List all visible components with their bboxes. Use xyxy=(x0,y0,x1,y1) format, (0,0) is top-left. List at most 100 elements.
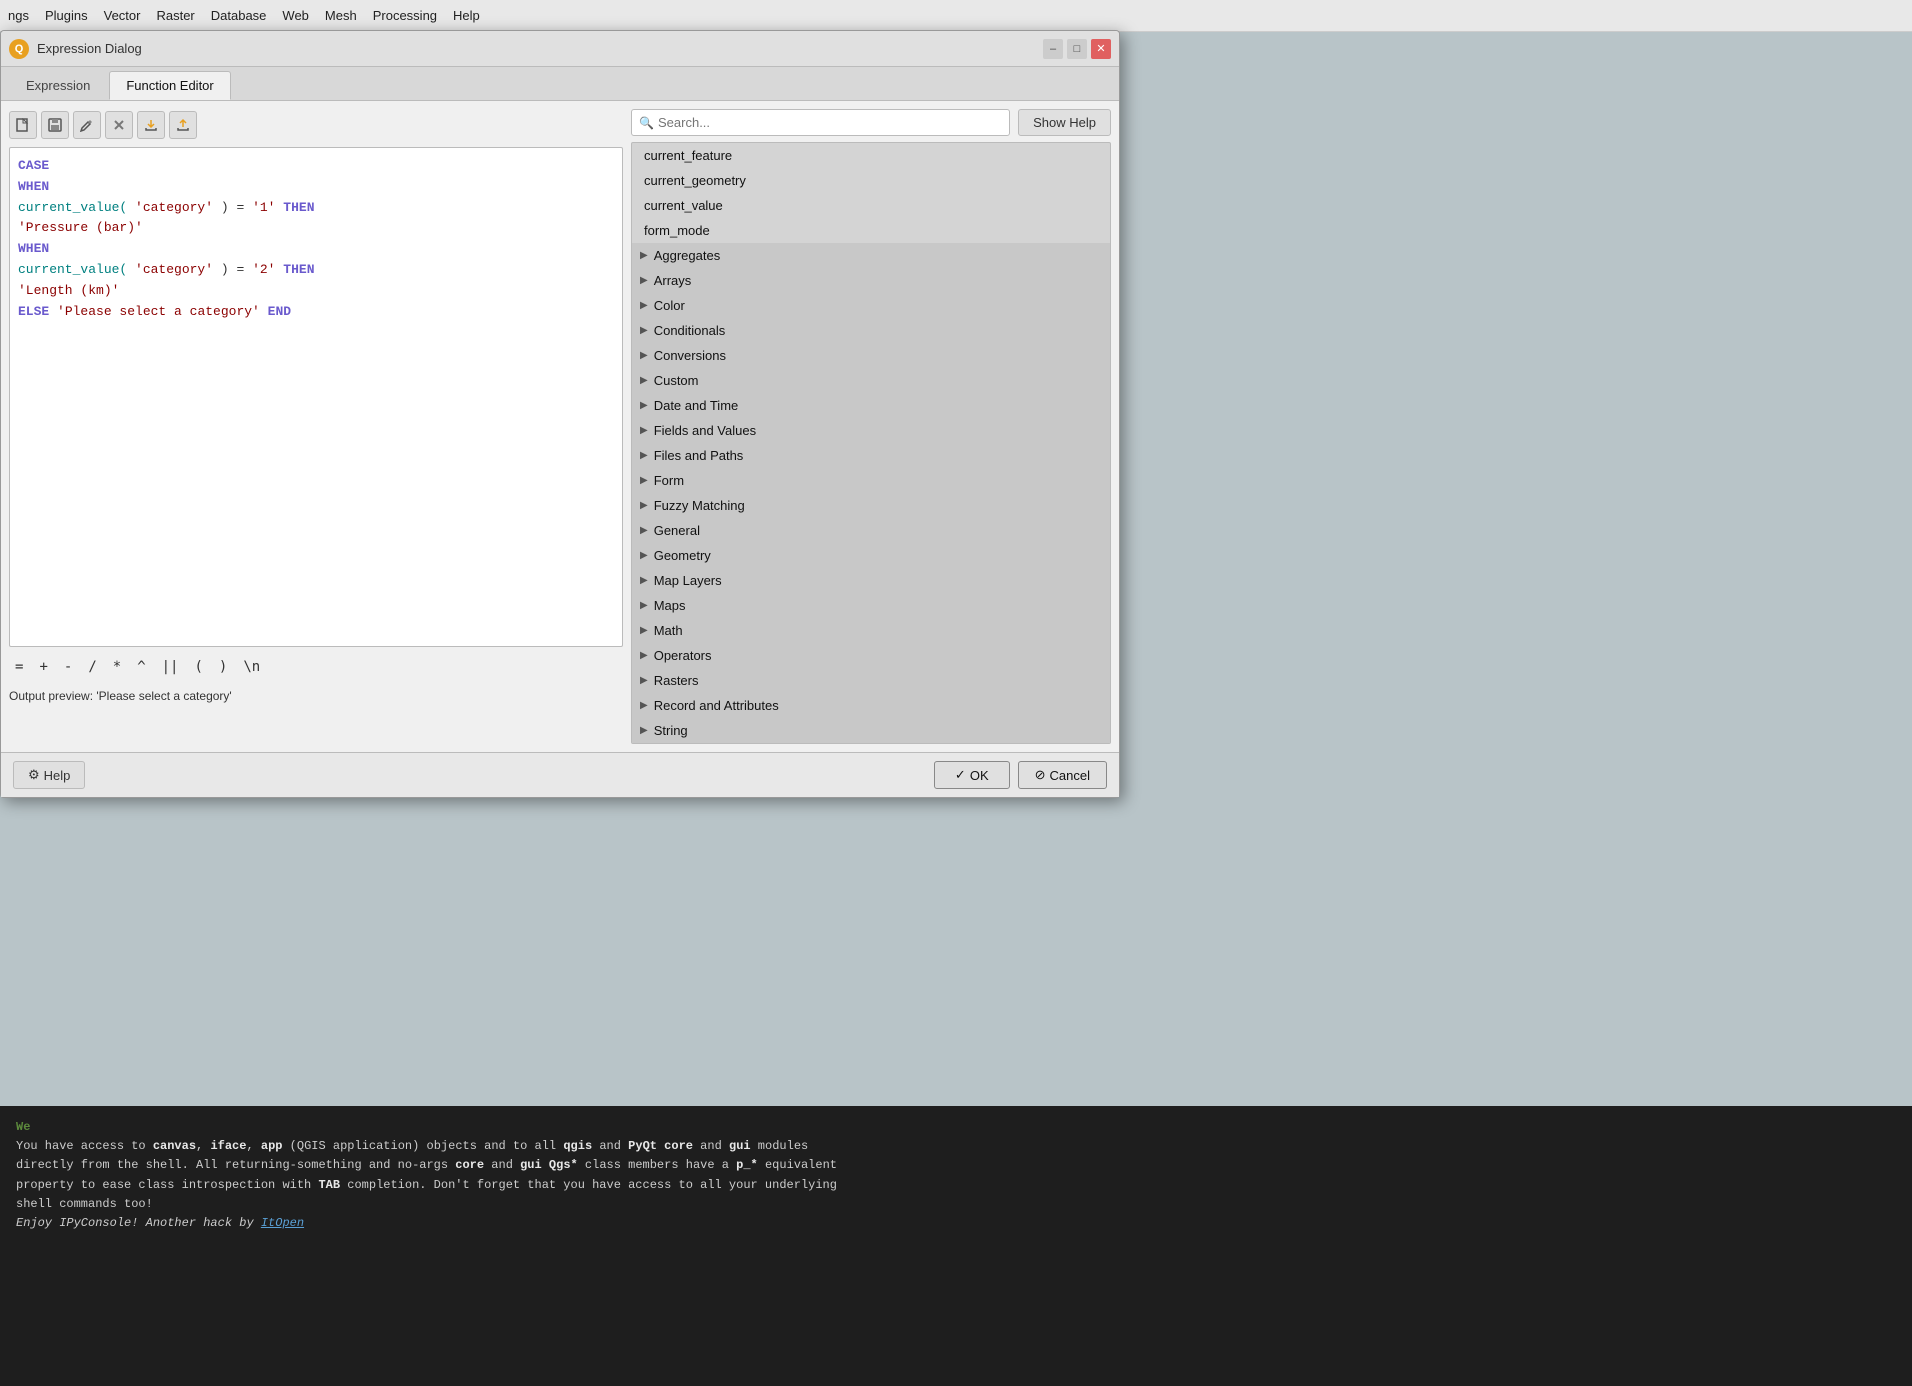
save-button[interactable] xyxy=(41,111,69,139)
category-arrays[interactable]: ▶ Arrays xyxy=(632,268,1110,293)
op-divide-btn[interactable]: / xyxy=(84,657,100,677)
menu-bar: ngs Plugins Vector Raster Database Web M… xyxy=(0,0,1912,32)
menu-item-ngs[interactable]: ngs xyxy=(8,8,29,23)
arrow-fuzzy-matching-icon: ▶ xyxy=(640,500,648,511)
category-string[interactable]: ▶ String xyxy=(632,718,1110,743)
category-custom-label: Custom xyxy=(654,373,699,388)
arrow-custom-icon: ▶ xyxy=(640,375,648,386)
cancel-button[interactable]: ⊘ Cancel xyxy=(1018,761,1107,789)
new-file-button[interactable] xyxy=(9,111,37,139)
category-math-label: Math xyxy=(654,623,683,638)
category-map-layers-label: Map Layers xyxy=(654,573,722,588)
category-maps-label: Maps xyxy=(654,598,686,613)
op-plus-btn[interactable]: + xyxy=(35,657,51,677)
category-geometry-label: Geometry xyxy=(654,548,711,563)
category-conversions-label: Conversions xyxy=(654,348,726,363)
code-line-8: ELSE 'Please select a category' END xyxy=(18,302,614,323)
titlebar-controls: – □ ✕ xyxy=(1043,39,1111,59)
category-general-label: General xyxy=(654,523,700,538)
import-button[interactable] xyxy=(137,111,165,139)
tab-expression[interactable]: Expression xyxy=(9,71,107,100)
str-category-2: 'category' xyxy=(127,262,213,277)
code-line-1: CASE xyxy=(18,156,614,177)
op-minus-btn[interactable]: - xyxy=(60,657,76,677)
category-date-time[interactable]: ▶ Date and Time xyxy=(632,393,1110,418)
op-caret-btn[interactable]: ^ xyxy=(133,657,149,677)
code-line-5: WHEN xyxy=(18,239,614,260)
category-files-paths-label: Files and Paths xyxy=(654,448,744,463)
op-close-paren-btn[interactable]: ) xyxy=(215,657,231,677)
console-line2: directly from the shell. All returning-s… xyxy=(16,1156,1896,1175)
category-aggregates-label: Aggregates xyxy=(654,248,721,263)
category-operators[interactable]: ▶ Operators xyxy=(632,643,1110,668)
arrow-math-icon: ▶ xyxy=(640,625,648,636)
tab-function-editor[interactable]: Function Editor xyxy=(109,71,230,100)
category-aggregates[interactable]: ▶ Aggregates xyxy=(632,243,1110,268)
menu-item-raster[interactable]: Raster xyxy=(156,8,194,23)
category-record-attributes[interactable]: ▶ Record and Attributes xyxy=(632,693,1110,718)
category-math[interactable]: ▶ Math xyxy=(632,618,1110,643)
category-rasters[interactable]: ▶ Rasters xyxy=(632,668,1110,693)
menu-item-help[interactable]: Help xyxy=(453,8,480,23)
category-general[interactable]: ▶ General xyxy=(632,518,1110,543)
arrow-record-attributes-icon: ▶ xyxy=(640,700,648,711)
category-color[interactable]: ▶ Color xyxy=(632,293,1110,318)
qgis-logo-icon: Q xyxy=(9,39,29,59)
menu-item-plugins[interactable]: Plugins xyxy=(45,8,88,23)
export-button[interactable] xyxy=(169,111,197,139)
show-help-button[interactable]: Show Help xyxy=(1018,109,1111,136)
console-pyqt: PyQt core xyxy=(628,1139,693,1153)
category-maps[interactable]: ▶ Maps xyxy=(632,593,1110,618)
console-gui-qgs: gui Qgs* xyxy=(520,1158,578,1172)
category-conditionals[interactable]: ▶ Conditionals xyxy=(632,318,1110,343)
category-custom[interactable]: ▶ Custom xyxy=(632,368,1110,393)
category-fields-values[interactable]: ▶ Fields and Values xyxy=(632,418,1110,443)
op-multiply-btn[interactable]: * xyxy=(109,657,125,677)
console-itopen-link[interactable]: ItOpen xyxy=(261,1216,304,1230)
op-equals-btn[interactable]: = xyxy=(11,657,27,677)
fn-current-value-1: current_value( xyxy=(18,200,127,215)
category-operators-label: Operators xyxy=(654,648,712,663)
code-line-3: current_value( 'category' ) = '1' THEN xyxy=(18,198,614,219)
fn-item-current-geometry[interactable]: current_geometry xyxy=(632,168,1110,193)
edit-button[interactable] xyxy=(73,111,101,139)
fn-item-current-feature[interactable]: current_feature xyxy=(632,143,1110,168)
fn-label-form-mode: form_mode xyxy=(644,223,710,238)
op-open-paren-btn[interactable]: ( xyxy=(190,657,206,677)
help-button[interactable]: ⚙ Help xyxy=(13,761,85,789)
fn-item-form-mode[interactable]: form_mode xyxy=(632,218,1110,243)
category-date-time-label: Date and Time xyxy=(654,398,739,413)
ok-button[interactable]: ✓ OK xyxy=(934,761,1010,789)
search-input[interactable] xyxy=(631,109,1010,136)
dialog-title: Expression Dialog xyxy=(37,41,142,56)
function-list[interactable]: current_feature current_geometry current… xyxy=(631,142,1111,744)
keyword-then-1: THEN xyxy=(275,200,314,215)
category-files-paths[interactable]: ▶ Files and Paths xyxy=(632,443,1110,468)
category-conversions[interactable]: ▶ Conversions xyxy=(632,343,1110,368)
category-form[interactable]: ▶ Form xyxy=(632,468,1110,493)
fn-label-current-feature: current_feature xyxy=(644,148,732,163)
category-fuzzy-matching[interactable]: ▶ Fuzzy Matching xyxy=(632,493,1110,518)
op-newline-btn[interactable]: \n xyxy=(239,657,264,677)
fn-item-current-value[interactable]: current_value xyxy=(632,193,1110,218)
menu-item-vector[interactable]: Vector xyxy=(104,8,141,23)
arrow-operators-icon: ▶ xyxy=(640,650,648,661)
minimize-button[interactable]: – xyxy=(1043,39,1063,59)
category-record-attributes-label: Record and Attributes xyxy=(654,698,779,713)
console-p-star: p_* xyxy=(736,1158,758,1172)
menu-item-web[interactable]: Web xyxy=(282,8,309,23)
category-geometry[interactable]: ▶ Geometry xyxy=(632,543,1110,568)
op-concat-btn[interactable]: || xyxy=(158,657,183,677)
maximize-button[interactable]: □ xyxy=(1067,39,1087,59)
menu-item-processing[interactable]: Processing xyxy=(373,8,437,23)
keyword-when-1: WHEN xyxy=(18,179,49,194)
code-editor[interactable]: CASE WHEN current_value( 'category' ) = … xyxy=(9,147,623,647)
menu-item-mesh[interactable]: Mesh xyxy=(325,8,357,23)
category-map-layers[interactable]: ▶ Map Layers xyxy=(632,568,1110,593)
arrow-arrays-icon: ▶ xyxy=(640,275,648,286)
delete-button[interactable] xyxy=(105,111,133,139)
menu-item-database[interactable]: Database xyxy=(211,8,267,23)
close-button[interactable]: ✕ xyxy=(1091,39,1111,59)
code-line-2: WHEN xyxy=(18,177,614,198)
str-pressure: 'Pressure (bar)' xyxy=(18,220,143,235)
